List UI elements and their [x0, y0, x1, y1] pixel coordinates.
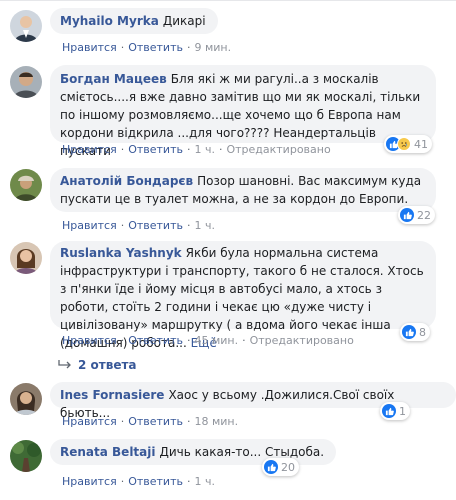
- like-button[interactable]: Нравится: [62, 334, 117, 347]
- reply-button[interactable]: Ответить: [128, 334, 183, 347]
- avatar[interactable]: [10, 440, 42, 472]
- comment-time[interactable]: 1 ч.: [194, 143, 215, 156]
- reply-button[interactable]: Ответить: [128, 415, 183, 428]
- reply-button[interactable]: Ответить: [128, 143, 183, 156]
- edited-label[interactable]: Отредактировано: [250, 334, 354, 347]
- avatar[interactable]: [10, 242, 42, 274]
- comment-actions: Нравится · Ответить · 18 мин.: [62, 415, 238, 428]
- reactions-badge[interactable]: 41: [384, 135, 432, 153]
- reactions-badge[interactable]: 22: [398, 206, 435, 224]
- reply-button[interactable]: Ответить: [128, 219, 183, 232]
- like-button[interactable]: Нравится: [62, 475, 117, 488]
- comment-time[interactable]: 9 мин.: [194, 41, 231, 54]
- comment-author[interactable]: Ruslanka Yashnyk: [60, 246, 182, 260]
- edited-label[interactable]: Отредактировано: [226, 143, 330, 156]
- reaction-count: 41: [414, 137, 428, 151]
- like-button[interactable]: Нравится: [62, 41, 117, 54]
- separator: ·: [120, 41, 125, 54]
- sad-reaction-icon: [397, 137, 411, 151]
- reply-arrow-icon: [58, 358, 72, 372]
- comment-text: Дичь какая-то... Стыдоба.: [159, 445, 325, 459]
- comment-bubble: Анатолій Бондарєв Позор шановні. Вас макс…: [50, 168, 436, 212]
- separator: ·: [186, 41, 191, 54]
- like-button[interactable]: Нравится: [62, 143, 117, 156]
- separator: ·: [218, 143, 223, 156]
- comment-text: Дикарі: [162, 14, 206, 28]
- comment-actions: Нравится · Ответить · 1 ч. · Отредактировано: [62, 143, 331, 156]
- separator: ·: [120, 219, 125, 232]
- view-replies-link[interactable]: 2 ответа: [58, 358, 137, 372]
- separator: ·: [120, 334, 125, 347]
- reaction-count: 8: [419, 325, 426, 339]
- comment-author[interactable]: Богдан Мацеев: [60, 72, 167, 86]
- comment-author[interactable]: Ines Fornasiere: [60, 388, 164, 402]
- separator: ·: [242, 334, 246, 347]
- separator: ·: [120, 475, 125, 488]
- separator: ·: [186, 143, 191, 156]
- like-button[interactable]: Нравится: [62, 415, 117, 428]
- reply-button[interactable]: Ответить: [128, 41, 183, 54]
- separator: ·: [120, 143, 125, 156]
- replies-count: 2 ответа: [78, 358, 137, 372]
- separator: ·: [186, 475, 191, 488]
- comment-time[interactable]: 45 мин.: [194, 334, 238, 347]
- reactions-badge[interactable]: 20: [262, 458, 299, 476]
- comment-actions: Нравится · Ответить · 1 ч.: [62, 219, 215, 232]
- comment-author[interactable]: Renata Beltaji: [60, 445, 156, 459]
- like-reaction-icon: [382, 404, 396, 418]
- comment-bubble: Myhailo Myrka Дикарі: [50, 8, 218, 34]
- comment-time[interactable]: 1 ч.: [194, 219, 215, 232]
- like-reaction-icon: [400, 208, 414, 222]
- separator: ·: [186, 415, 191, 428]
- like-reaction-icon: [402, 325, 416, 339]
- comment-actions: Нравится · Ответить · 9 мин.: [62, 41, 231, 54]
- comment-bubble: Ruslanka Yashnyk Якби була нормальна сист…: [50, 241, 436, 350]
- avatar[interactable]: [10, 383, 42, 415]
- top-divider: [0, 0, 456, 1]
- reaction-count: 20: [281, 460, 295, 474]
- separator: ·: [120, 415, 125, 428]
- comment-time[interactable]: 18 мин.: [194, 415, 238, 428]
- like-button[interactable]: Нравится: [62, 219, 117, 232]
- reaction-count: 22: [417, 208, 431, 222]
- avatar[interactable]: [10, 66, 42, 98]
- reactions-badge[interactable]: 8: [400, 323, 430, 341]
- separator: ·: [186, 334, 191, 347]
- comment-author[interactable]: Myhailo Myrka: [60, 14, 159, 28]
- reactions-badge[interactable]: 1: [380, 402, 410, 420]
- comment-author[interactable]: Анатолій Бондарєв: [60, 174, 193, 188]
- avatar[interactable]: [10, 169, 42, 201]
- separator: ·: [186, 219, 191, 232]
- avatar[interactable]: [10, 10, 42, 42]
- comment-bubble: Богдан Мацеев Бля які ж ми рагулі..а з мо…: [50, 65, 436, 158]
- comment-actions: Нравится · Ответить · 45 мин. · Отредактирован…: [62, 334, 354, 347]
- reaction-count: 1: [399, 404, 406, 418]
- comment-time[interactable]: 1 ч.: [194, 475, 215, 488]
- reply-button[interactable]: Ответить: [128, 475, 183, 488]
- like-reaction-icon: [264, 460, 278, 474]
- comment-actions: Нравится · Ответить · 1 ч.: [62, 475, 215, 488]
